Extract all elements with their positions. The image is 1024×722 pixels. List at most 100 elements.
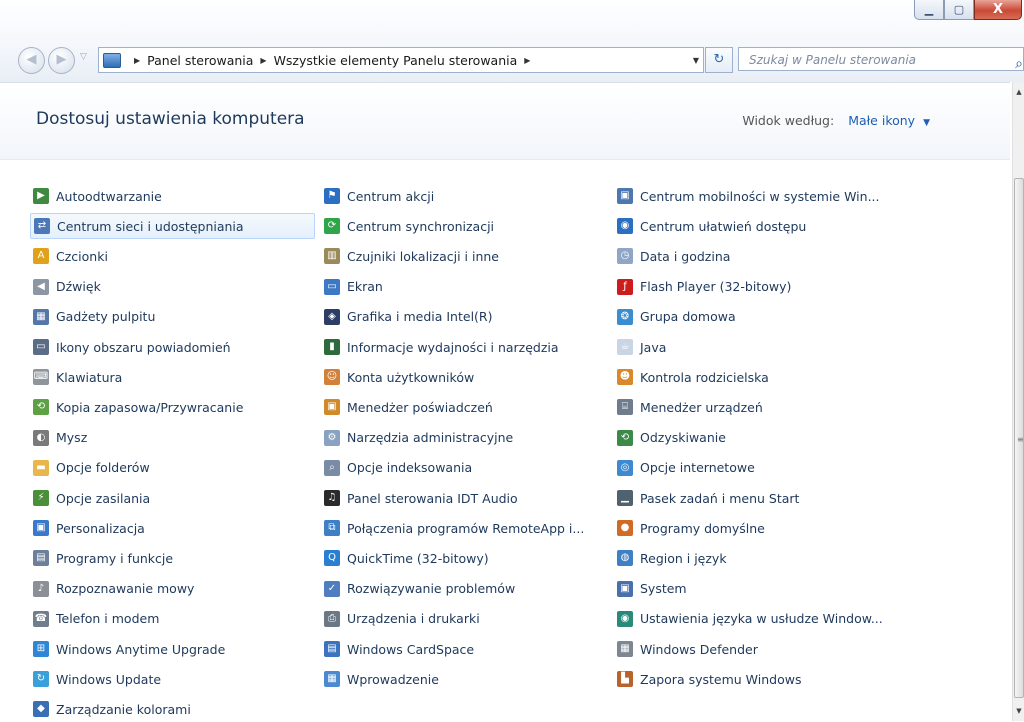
control-panel-item[interactable]: ▙ Zapora systemu Windows: [614, 666, 904, 692]
breadcrumb-control-panel[interactable]: Panel sterowania: [147, 53, 253, 68]
clock-icon: ◷: [617, 248, 633, 265]
close-button[interactable]: X: [974, 0, 1022, 20]
color-management-icon: ◆: [33, 701, 49, 718]
control-panel-item[interactable]: Q QuickTime (32-bitowy): [321, 545, 606, 571]
control-panel-item[interactable]: ⟲ Odzyskiwanie: [614, 425, 904, 451]
control-panel-item[interactable]: ☕ Java: [614, 334, 904, 360]
control-panel-item[interactable]: ▮ Informacje wydajności i narzędzia: [321, 334, 606, 360]
control-panel-item[interactable]: ☻ Kontrola rodzicielska: [614, 364, 904, 390]
control-panel-item[interactable]: ▭ Ikony obszaru powiadomień: [30, 334, 315, 360]
item-label: Centrum sieci i udostępniania: [57, 218, 244, 234]
control-panel-item[interactable]: ◈ Grafika i media Intel(R): [321, 304, 606, 330]
item-label: Programy domyślne: [640, 520, 765, 536]
scroll-down-arrow-icon[interactable]: ▼: [1013, 707, 1024, 715]
control-panel-item[interactable]: ƒ Flash Player (32-bitowy): [614, 274, 904, 300]
control-panel-item[interactable]: ✓ Rozwiązywanie problemów: [321, 576, 606, 602]
control-panel-item[interactable]: ⚙ Narzędzia administracyjne: [321, 425, 606, 451]
back-button[interactable]: ◀: [18, 47, 45, 74]
control-panel-item[interactable]: ● Programy domyślne: [614, 515, 904, 541]
folder-icon: ▬: [33, 459, 49, 476]
control-panel-item[interactable]: ◀ Dźwięk: [30, 274, 315, 300]
control-panel-item[interactable]: ◎ Opcje internetowe: [614, 455, 904, 481]
control-panel-item[interactable]: A Czcionki: [30, 243, 315, 269]
control-panel-item[interactable]: ▭ Ekran: [321, 274, 606, 300]
control-panel-item[interactable]: ⌕ Opcje indeksowania: [321, 455, 606, 481]
item-label: Centrum synchronizacji: [347, 218, 495, 234]
idt-audio-icon: ♫: [324, 490, 340, 506]
ease-of-access-icon: ◉: [617, 218, 633, 235]
control-panel-item[interactable]: ☎ Telefon i modem: [30, 606, 315, 632]
view-by-dropdown[interactable]: Małe ikony: [848, 113, 915, 128]
refresh-button[interactable]: ↻: [705, 47, 733, 73]
item-label: Telefon i modem: [56, 611, 160, 627]
item-label: Grafika i media Intel(R): [347, 309, 493, 325]
control-panel-item[interactable]: ♪ Rozpoznawanie mowy: [30, 576, 315, 602]
control-panel-item[interactable]: ⟲ Kopia zapasowa/Przywracanie: [30, 394, 315, 420]
control-panel-item[interactable]: ❂ Grupa domowa: [614, 304, 904, 330]
vertical-scrollbar[interactable]: ▲ ≡ ▼: [1012, 82, 1024, 721]
address-bar[interactable]: ▶ Panel sterowania ▶ Wszystkie elementy …: [98, 47, 704, 73]
control-panel-item[interactable]: ▤ Windows CardSpace: [321, 636, 606, 662]
control-panel-item[interactable]: ▦ Gadżety pulpitu: [30, 304, 315, 330]
control-panel-item[interactable]: ▣ System: [614, 576, 904, 602]
indexing-icon: ⌕: [324, 459, 340, 476]
control-panel-item[interactable]: ◆ Zarządzanie kolorami: [30, 696, 315, 722]
control-panel-item[interactable]: ▦ Wprowadzenie: [321, 666, 606, 692]
maximize-button[interactable]: ▢: [944, 0, 974, 20]
control-panel-item[interactable]: ↻ Windows Update: [30, 666, 315, 692]
control-panel-item[interactable]: ⟳ Centrum synchronizacji: [321, 213, 606, 239]
search-icon[interactable]: ⌕: [1015, 52, 1023, 76]
control-panel-item[interactable]: ⚑ Centrum akcji: [321, 183, 606, 209]
minimize-button[interactable]: ▁: [914, 0, 944, 20]
user-accounts-icon: ☺: [324, 369, 340, 386]
scroll-up-arrow-icon[interactable]: ▲: [1013, 88, 1024, 96]
control-panel-item[interactable]: ▦ Windows Defender: [614, 636, 904, 662]
control-panel-item[interactable]: ▤ Programy i funkcje: [30, 545, 315, 571]
control-panel-item[interactable]: ▣ Menedżer poświadczeń: [321, 394, 606, 420]
breadcrumb-arrow-icon[interactable]: ▶: [260, 56, 266, 65]
control-panel-item[interactable]: ⇄ Centrum sieci i udostępniania: [30, 213, 315, 240]
item-label: Flash Player (32-bitowy): [640, 279, 792, 295]
breadcrumb-arrow-icon[interactable]: ▶: [134, 56, 140, 65]
sync-icon: ⟳: [324, 218, 340, 235]
personalize-icon: ▣: [33, 520, 49, 537]
control-panel-item[interactable]: ☺ Konta użytkowników: [321, 364, 606, 390]
control-panel-item[interactable]: ⚡ Opcje zasilania: [30, 485, 315, 511]
control-panel-item[interactable]: ⌸ Menedżer urządzeń: [614, 394, 904, 420]
item-label: Windows Defender: [640, 641, 758, 657]
search-input[interactable]: Szukaj w Panelu sterowania ⌕: [738, 47, 1024, 72]
item-label: Wprowadzenie: [347, 671, 439, 687]
item-label: Menedżer poświadczeń: [347, 399, 493, 415]
control-panel-item[interactable]: ⊞ Windows Anytime Upgrade: [30, 636, 315, 662]
forward-button[interactable]: ▶: [48, 47, 75, 74]
item-label: Java: [640, 339, 667, 355]
control-panel-item[interactable]: ♫ Panel sterowania IDT Audio: [321, 485, 606, 511]
control-panel-item[interactable]: ▣ Personalizacja: [30, 515, 315, 541]
control-panel-item[interactable]: ◉ Ustawienia języka w usłudze Window...: [614, 606, 904, 632]
breadcrumb-all-items[interactable]: Wszystkie elementy Panelu sterowania: [274, 53, 518, 68]
view-by-label: Widok według:: [742, 113, 835, 128]
control-panel-item[interactable]: ▥ Czujniki lokalizacji i inne: [321, 243, 606, 269]
control-panel-item[interactable]: ▣ Centrum mobilności w systemie Win...: [614, 183, 904, 209]
control-panel-item[interactable]: ◉ Centrum ułatwień dostępu: [614, 213, 904, 239]
recent-pages-dropdown-icon[interactable]: ▽: [80, 52, 87, 62]
control-panel-item[interactable]: ◐ Mysz: [30, 425, 315, 451]
control-panel-item[interactable]: ◍ Region i język: [614, 545, 904, 571]
refresh-icon: ↻: [713, 52, 725, 67]
control-panel-item[interactable]: ◷ Data i godzina: [614, 243, 904, 269]
close-icon: X: [992, 2, 1004, 17]
control-panel-item[interactable]: ▶ Autoodtwarzanie: [30, 183, 315, 209]
breadcrumb-arrow-icon[interactable]: ▶: [524, 56, 530, 65]
control-panel-item[interactable]: ▁ Pasek zadań i menu Start: [614, 485, 904, 511]
control-panel-item[interactable]: ⧉ Połączenia programów RemoteApp i...: [321, 515, 606, 541]
control-panel-item[interactable]: ⎙ Urządzenia i drukarki: [321, 606, 606, 632]
network-icon: ⇄: [34, 218, 50, 235]
scrollbar-thumb[interactable]: ≡: [1014, 178, 1024, 698]
control-panel-item[interactable]: ▬ Opcje folderów: [30, 455, 315, 481]
programs-icon: ▤: [33, 550, 49, 567]
address-dropdown-icon[interactable]: ▼: [693, 56, 699, 65]
maximize-icon: ▢: [953, 3, 965, 16]
control-panel-item[interactable]: ⌨ Klawiatura: [30, 364, 315, 390]
chevron-down-icon[interactable]: ▼: [923, 118, 930, 128]
item-label: Opcje folderów: [56, 460, 150, 476]
